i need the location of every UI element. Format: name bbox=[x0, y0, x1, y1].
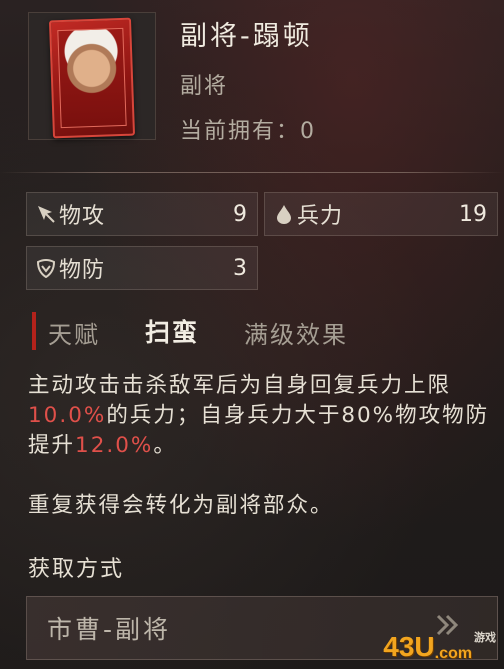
water-drop-icon bbox=[273, 203, 295, 225]
divider bbox=[0, 172, 504, 173]
site-watermark: 43U .com 游戏 bbox=[383, 629, 496, 663]
stat-value: 9 bbox=[233, 201, 247, 227]
talent-accent-bar bbox=[32, 312, 36, 350]
desc-highlight: 10.0% bbox=[28, 403, 107, 428]
watermark-text: 43U bbox=[383, 631, 435, 662]
talent-effect-label: 满级效果 bbox=[244, 321, 348, 349]
general-card bbox=[48, 17, 136, 139]
desc-text: 主动攻击击杀敌军后为自身回复兵力上限 bbox=[28, 373, 452, 398]
item-title: 副将-蹋顿 bbox=[180, 21, 313, 52]
talent-name: 扫蛮 bbox=[145, 318, 200, 347]
stat-name: 物防 bbox=[59, 258, 106, 283]
shield-icon bbox=[35, 257, 57, 279]
stat-physical-defense: 物防 3 bbox=[26, 246, 258, 290]
source-label: 市曹-副将 bbox=[47, 615, 172, 644]
stat-physical-attack: 物攻 9 bbox=[26, 192, 258, 236]
watermark-small: 游戏 bbox=[474, 632, 496, 644]
watermark-suffix: .com bbox=[434, 645, 472, 662]
stat-value: 19 bbox=[459, 201, 487, 227]
general-portrait bbox=[57, 27, 127, 129]
portrait-frame bbox=[28, 12, 156, 140]
item-subtype: 副将 bbox=[180, 74, 229, 99]
desc-text: 。 bbox=[153, 433, 177, 458]
talent-label: 天赋 bbox=[48, 321, 100, 349]
stat-name: 物攻 bbox=[59, 204, 106, 229]
sword-cursor-icon bbox=[35, 203, 57, 225]
stat-name: 兵力 bbox=[297, 204, 344, 229]
owned-count: 当前拥有：0 bbox=[180, 119, 316, 144]
desc-highlight: 12.0% bbox=[75, 433, 154, 458]
stat-value: 3 bbox=[233, 255, 247, 281]
acquire-title: 获取方式 bbox=[28, 557, 125, 582]
stat-troops: 兵力 19 bbox=[264, 192, 498, 236]
duplicate-note: 重复获得会转化为副将部众。 bbox=[28, 493, 334, 518]
talent-description: 主动攻击击杀敌军后为自身回复兵力上限10.0%的兵力；自身兵力大于80%物攻物防… bbox=[28, 371, 498, 461]
